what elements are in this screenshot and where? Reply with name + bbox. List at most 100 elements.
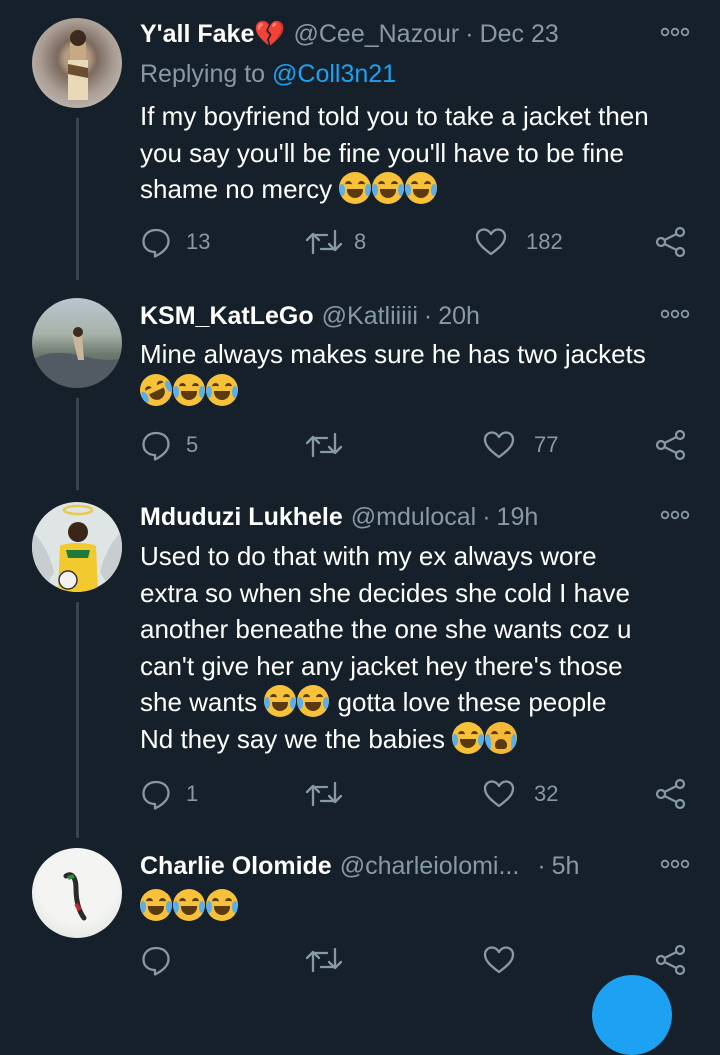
separator-dot: ·	[537, 851, 546, 880]
share-button[interactable]	[654, 226, 688, 258]
avatar[interactable]	[32, 848, 122, 938]
retweet-button[interactable]	[304, 778, 358, 810]
like-button[interactable]: 182	[474, 226, 563, 258]
reply-icon	[140, 944, 172, 976]
tweet-text-line	[134, 368, 700, 411]
reply-button[interactable]: 5	[140, 429, 198, 461]
user-handle[interactable]: @charleiolomi...	[340, 852, 520, 881]
more-options-icon[interactable]	[660, 858, 690, 870]
separator-dot: ·	[423, 301, 433, 330]
display-name[interactable]: Mduduzi Lukhele	[140, 503, 343, 532]
tweet-text-line: she wants gotta love these people	[140, 684, 700, 721]
tweet-actions	[140, 944, 692, 978]
heart-icon	[482, 429, 516, 461]
tweet-text-segment: Nd they say we the babies	[140, 723, 445, 754]
reply-button[interactable]: 1	[140, 778, 198, 810]
share-icon	[654, 778, 688, 810]
joy-emoji	[173, 373, 205, 406]
tweet[interactable]: Y'all Fake💔 @Cee_Nazour · Dec 23 Replyin…	[0, 0, 720, 290]
retweet-icon	[304, 944, 344, 976]
retweet-button[interactable]: 8	[304, 226, 366, 258]
avatar[interactable]	[32, 18, 122, 108]
user-handle[interactable]: @mdulocal	[351, 503, 476, 532]
tweet-text-segment: shame no mercy	[140, 174, 333, 204]
joy-emoji	[173, 889, 205, 921]
reply-button[interactable]	[140, 944, 172, 976]
replying-to: Replying to @Coll3n21	[140, 60, 396, 89]
tweet-text-line: you say you'll be fine you'll have to be…	[140, 137, 625, 168]
more-options-icon[interactable]	[660, 509, 690, 521]
retweet-button[interactable]	[304, 944, 344, 976]
tweet-text-line: shame no mercy	[140, 171, 700, 208]
joy-emoji	[452, 721, 485, 754]
share-button[interactable]	[654, 778, 688, 810]
reply-icon	[140, 429, 172, 461]
display-name[interactable]: KSM_KatLeGo	[140, 302, 314, 331]
joy-emoji	[140, 889, 172, 921]
joy-emoji	[297, 685, 330, 717]
tweet-text-line: Nd they say we the babies	[140, 721, 700, 758]
timestamp[interactable]: 19h	[497, 503, 539, 532]
tweet-text-segment: she wants	[140, 687, 258, 717]
like-button[interactable]: 77	[482, 429, 558, 461]
timestamp[interactable]: 5h	[552, 852, 580, 881]
reply-count: 5	[186, 432, 199, 457]
like-count: 32	[534, 781, 559, 806]
tweet-text-line: another beneathe the one she wants coz u	[140, 614, 632, 644]
heart-icon	[474, 226, 508, 258]
joy-emoji	[405, 172, 438, 204]
timestamp[interactable]: 20h	[438, 302, 480, 331]
user-handle[interactable]: @Cee_Nazour	[293, 20, 459, 49]
retweet-icon	[304, 429, 344, 461]
display-name[interactable]: Charlie Olomide	[140, 852, 332, 881]
reply-count: 13	[186, 229, 211, 254]
display-name[interactable]: Y'all Fake💔	[140, 20, 285, 49]
tweet[interactable]: KSM_KatLeGo @Katliiiii · 20h Mine always…	[0, 290, 720, 490]
separator-dot: ·	[482, 502, 491, 531]
share-icon	[654, 226, 688, 258]
tweet[interactable]: Charlie Olomide @charleiolomi... · 5h	[0, 838, 720, 987]
more-options-icon[interactable]	[660, 308, 690, 320]
tweet[interactable]: Mduduzi Lukhele @mdulocal · 19h Used to …	[0, 490, 720, 838]
share-button[interactable]	[654, 429, 688, 461]
retweet-icon	[304, 226, 344, 258]
share-icon	[654, 944, 688, 976]
tweet-text: Used to do that with my ex always wore e…	[140, 538, 700, 757]
tweet-text	[140, 888, 700, 925]
more-options-icon[interactable]	[660, 26, 690, 38]
heart-icon	[482, 778, 516, 810]
thread-line	[76, 602, 79, 838]
tweet-actions: 1 32	[140, 778, 692, 812]
tweet-text-line: Mine always makes sure he has two jacket…	[140, 339, 646, 369]
joy-emoji	[264, 685, 297, 717]
joy-emoji	[206, 373, 238, 406]
retweet-button[interactable]	[304, 429, 358, 461]
user-handle[interactable]: @Katliiiii	[322, 302, 418, 331]
reply-button[interactable]: 13	[140, 226, 210, 258]
share-icon	[654, 429, 688, 461]
like-count: 182	[526, 229, 563, 254]
reply-icon	[140, 778, 172, 810]
heart-icon	[482, 944, 516, 976]
tweet-actions: 5 77	[140, 429, 692, 463]
timestamp[interactable]: Dec 23	[480, 20, 559, 49]
like-button[interactable]: 32	[482, 778, 558, 810]
tweet-text-line	[140, 888, 700, 925]
like-button[interactable]	[482, 944, 516, 976]
compose-button[interactable]	[592, 975, 672, 1055]
joy-emoji	[372, 172, 405, 204]
tweet-text-segment: gotta love these people	[337, 687, 607, 717]
reply-icon	[140, 226, 172, 258]
avatar[interactable]	[32, 298, 122, 388]
thread-line	[76, 398, 79, 490]
tweet-text-line: Used to do that with my ex always wore	[140, 541, 597, 571]
joy-emoji	[206, 889, 238, 921]
tweet-text: If my boyfriend told you to take a jacke…	[140, 98, 700, 208]
like-count: 77	[534, 432, 559, 457]
replying-to-link[interactable]: @Coll3n21	[272, 60, 396, 88]
reply-count: 1	[186, 781, 199, 806]
avatar[interactable]	[32, 502, 122, 592]
share-button[interactable]	[654, 944, 688, 976]
thread-line	[76, 118, 79, 280]
tweet-text-line: If my boyfriend told you to take a jacke…	[140, 101, 649, 131]
